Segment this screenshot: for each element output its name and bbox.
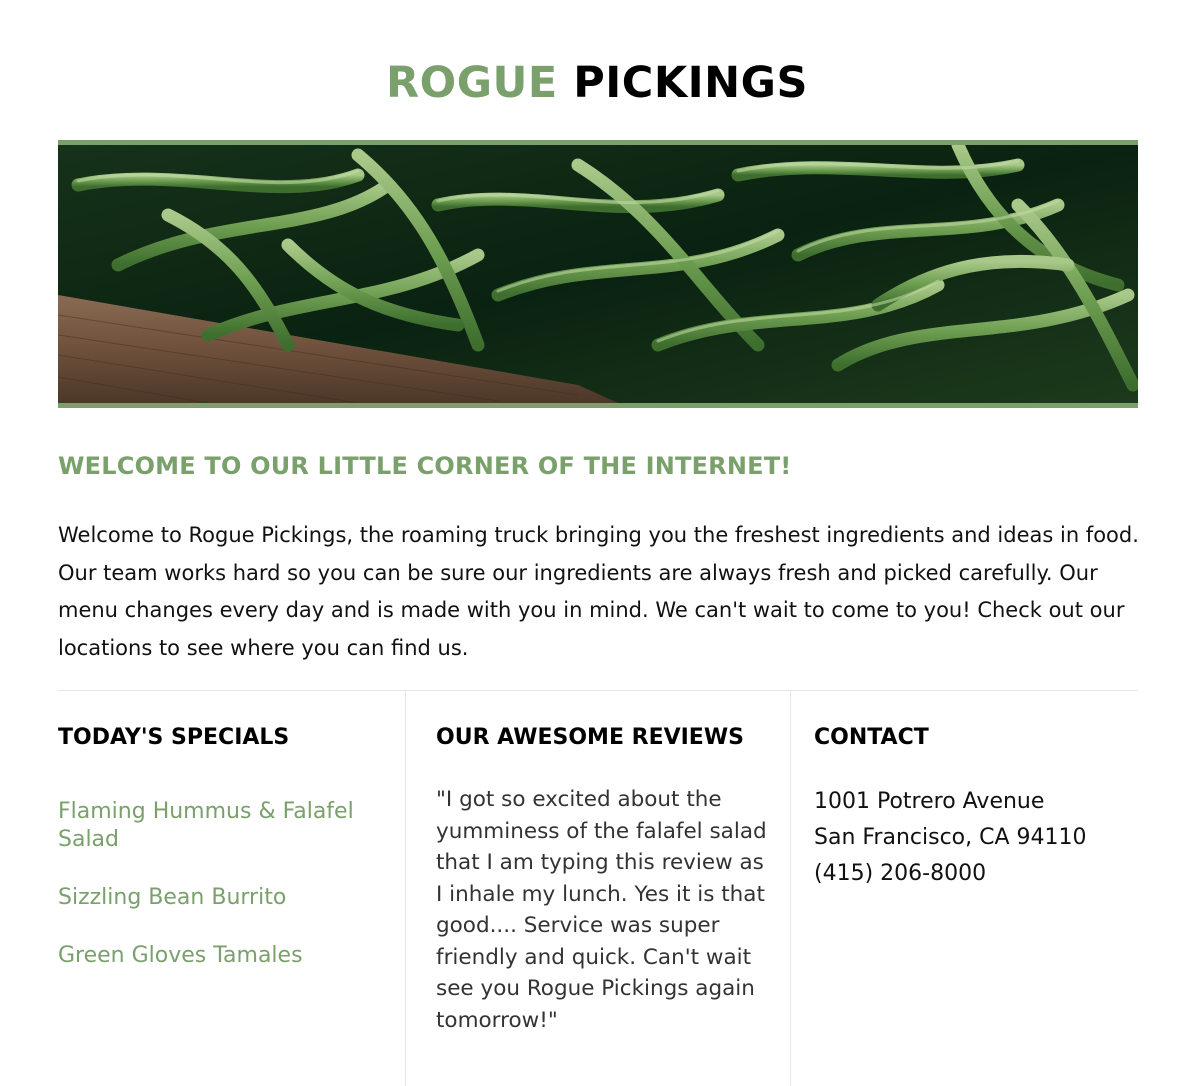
- column-separator: [790, 691, 791, 1086]
- specials-list: Flaming Hummus & Falafel Salad Sizzling …: [58, 798, 388, 1000]
- special-item[interactable]: Sizzling Bean Burrito: [58, 884, 388, 912]
- special-item[interactable]: Green Gloves Tamales: [58, 942, 388, 970]
- page: ROGUE PICKINGS WELCOME TO OUR LITTLE COR…: [0, 0, 1194, 1086]
- column-separator: [405, 691, 406, 1086]
- green-beans-photo-icon: [58, 145, 1138, 403]
- contact-heading: CONTACT: [814, 725, 929, 750]
- specials-heading: TODAY'S SPECIALS: [58, 725, 290, 750]
- hero-banner: [58, 140, 1138, 408]
- reviews-heading: OUR AWESOME REVIEWS: [436, 725, 744, 750]
- review-quote: "I got so excited about the yumminess of…: [436, 787, 767, 1033]
- contact-street: 1001 Potrero Avenue: [814, 789, 1045, 814]
- site-title-rest: PICKINGS: [573, 58, 808, 108]
- contact-city: San Francisco, CA 94110: [814, 825, 1087, 850]
- contact-phone[interactable]: (415) 206-8000: [814, 856, 1144, 892]
- section-divider: [58, 690, 1138, 691]
- welcome-heading: WELCOME TO OUR LITTLE CORNER OF THE INTE…: [58, 452, 792, 480]
- site-title-accent: ROGUE: [386, 58, 558, 108]
- special-item[interactable]: Flaming Hummus & Falafel Salad: [58, 798, 388, 854]
- site-title: ROGUE PICKINGS: [0, 56, 1194, 110]
- welcome-text: Welcome to Rogue Pickings, the roaming t…: [58, 523, 1139, 660]
- contact-block: 1001 Potrero Avenue San Francisco, CA 94…: [814, 784, 1144, 892]
